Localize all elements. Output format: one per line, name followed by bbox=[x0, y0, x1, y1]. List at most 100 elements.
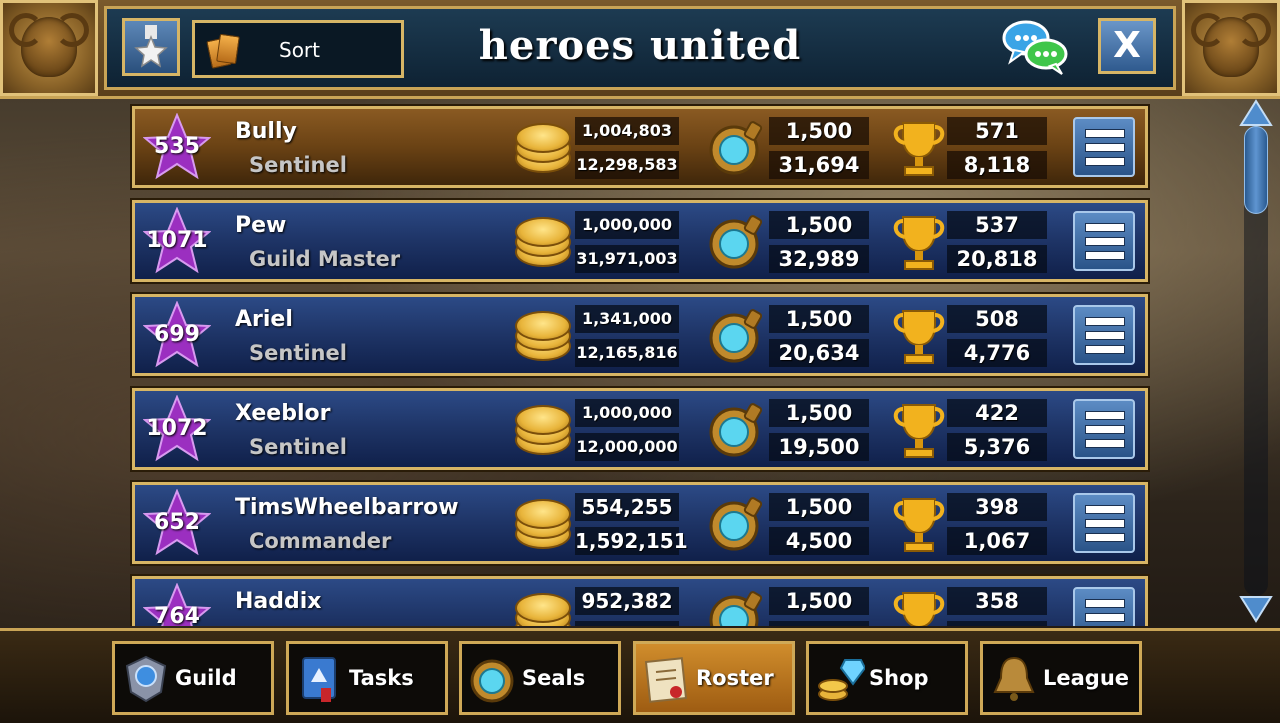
sort-button[interactable]: Sort bbox=[192, 20, 404, 78]
gold-current: 554,255 bbox=[575, 493, 679, 521]
roster-row[interactable]: 652 TimsWheelbarrow Commander 554,255 1,… bbox=[132, 482, 1148, 564]
trophies-total: 5,376 bbox=[947, 433, 1047, 461]
nav-label: Tasks bbox=[349, 666, 414, 690]
bottom-nav: Guild Tasks Seals Roster Shop League bbox=[0, 628, 1280, 723]
nav-guild[interactable]: Guild bbox=[112, 641, 274, 715]
achievements-button[interactable] bbox=[122, 18, 180, 76]
nav-label: Roster bbox=[696, 666, 774, 690]
chat-icon[interactable] bbox=[1000, 18, 1070, 76]
gold-coins-icon bbox=[511, 403, 571, 459]
nav-tasks[interactable]: Tasks bbox=[286, 641, 448, 715]
member-rank: Sentinel bbox=[249, 153, 347, 177]
level-star-icon: 764 bbox=[143, 583, 211, 626]
tasks-icon bbox=[302, 657, 336, 702]
gold-current: 952,382 bbox=[575, 587, 679, 615]
gold-total: 12,000,000 bbox=[575, 433, 679, 461]
seal-icon bbox=[707, 307, 765, 365]
seals-total: 20,634 bbox=[769, 339, 869, 367]
shop-icon bbox=[818, 659, 865, 701]
nav-label: League bbox=[1043, 666, 1130, 690]
member-rank: Sentinel bbox=[249, 435, 347, 459]
scrollbar-thumb[interactable] bbox=[1244, 126, 1268, 214]
level-star-icon: 699 bbox=[143, 301, 211, 369]
member-rank: Commander bbox=[249, 529, 392, 553]
page-title: heroes united bbox=[478, 22, 802, 69]
seals-current: 1,500 bbox=[769, 587, 869, 615]
level-star-icon: 535 bbox=[143, 113, 211, 181]
seals-current: 1,500 bbox=[769, 211, 869, 239]
trophies-current: 422 bbox=[947, 399, 1047, 427]
trophies-current: 508 bbox=[947, 305, 1047, 333]
seal-icon bbox=[707, 401, 765, 459]
roster-row[interactable]: 1072 Xeeblor Sentinel 1,000,000 12,000,0… bbox=[132, 388, 1148, 470]
trophies-total bbox=[947, 621, 1047, 626]
seal-icon bbox=[707, 119, 765, 177]
seal-icon bbox=[707, 213, 765, 271]
trophies-current: 537 bbox=[947, 211, 1047, 239]
member-rank: Guild Master bbox=[249, 247, 401, 271]
member-level: 764 bbox=[154, 604, 200, 626]
member-level: 652 bbox=[154, 510, 200, 535]
trophies-current: 571 bbox=[947, 117, 1047, 145]
roster-list[interactable]: 535 Bully Sentinel 1,004,803 12,298,583 … bbox=[130, 100, 1150, 626]
member-name: Ariel bbox=[235, 307, 293, 332]
scroll-down-arrow-icon[interactable] bbox=[1238, 594, 1274, 624]
level-star-icon: 652 bbox=[143, 489, 211, 557]
seal-icon bbox=[707, 589, 765, 626]
seals-current: 1,500 bbox=[769, 117, 869, 145]
nav-league[interactable]: League bbox=[980, 641, 1142, 715]
member-level: 699 bbox=[154, 322, 200, 347]
gold-current: 1,004,803 bbox=[575, 117, 679, 145]
member-menu-button[interactable] bbox=[1073, 117, 1135, 177]
member-name: Bully bbox=[235, 119, 297, 144]
seals-total bbox=[769, 621, 869, 626]
sort-label: Sort bbox=[279, 38, 320, 62]
cards-icon bbox=[206, 33, 240, 69]
roster-row[interactable]: 764 Haddix 952,382 1,500 358 bbox=[132, 576, 1148, 626]
member-menu-button[interactable] bbox=[1073, 399, 1135, 459]
nav-label: Seals bbox=[522, 666, 586, 690]
medal-star-icon bbox=[134, 25, 168, 68]
trophies-current: 358 bbox=[947, 587, 1047, 615]
member-name: Pew bbox=[235, 213, 287, 238]
gold-coins-icon bbox=[511, 591, 571, 626]
gold-total: 12,165,816 bbox=[575, 339, 679, 367]
roster-row[interactable]: 699 Ariel Sentinel 1,341,000 12,165,816 … bbox=[132, 294, 1148, 376]
seals-current: 1,500 bbox=[769, 305, 869, 333]
trophy-icon bbox=[891, 213, 947, 273]
trophies-total: 8,118 bbox=[947, 151, 1047, 179]
level-star-icon: 1071 bbox=[143, 207, 211, 275]
member-menu-button[interactable] bbox=[1073, 211, 1135, 271]
trophy-icon bbox=[891, 119, 947, 179]
member-menu-button[interactable] bbox=[1073, 587, 1135, 626]
seal-icon bbox=[707, 495, 765, 553]
gold-total: 1,592,151 bbox=[575, 527, 688, 555]
member-menu-button[interactable] bbox=[1073, 493, 1135, 553]
nav-shop[interactable]: Shop bbox=[806, 641, 968, 715]
seals-total: 32,989 bbox=[769, 245, 869, 273]
ram-emblem-right bbox=[1182, 0, 1280, 96]
gold-current: 1,000,000 bbox=[575, 399, 679, 427]
scroll-up-arrow-icon[interactable] bbox=[1238, 98, 1274, 128]
nav-roster[interactable]: Roster bbox=[633, 641, 795, 715]
trophies-current: 398 bbox=[947, 493, 1047, 521]
scrollbar-track[interactable] bbox=[1244, 126, 1268, 596]
seals-total: 4,500 bbox=[769, 527, 869, 555]
top-bar: Sort heroes united X bbox=[0, 0, 1280, 99]
member-menu-button[interactable] bbox=[1073, 305, 1135, 365]
roster-row[interactable]: 1071 Pew Guild Master 1,000,000 31,971,0… bbox=[132, 200, 1148, 282]
seals-total: 31,694 bbox=[769, 151, 869, 179]
close-button[interactable]: X bbox=[1098, 18, 1156, 74]
gold-coins-icon bbox=[511, 497, 571, 553]
gold-total: 31,971,003 bbox=[575, 245, 679, 273]
seals-current: 1,500 bbox=[769, 493, 869, 521]
trophy-icon bbox=[891, 401, 947, 461]
gold-coins-icon bbox=[511, 215, 571, 271]
gold-coins-icon bbox=[511, 309, 571, 365]
trophies-total: 1,067 bbox=[947, 527, 1047, 555]
trophy-icon bbox=[891, 589, 947, 626]
roster-row[interactable]: 535 Bully Sentinel 1,004,803 12,298,583 … bbox=[132, 106, 1148, 188]
nav-seals[interactable]: Seals bbox=[459, 641, 621, 715]
nav-label: Guild bbox=[175, 666, 237, 690]
member-level: 535 bbox=[154, 134, 200, 159]
